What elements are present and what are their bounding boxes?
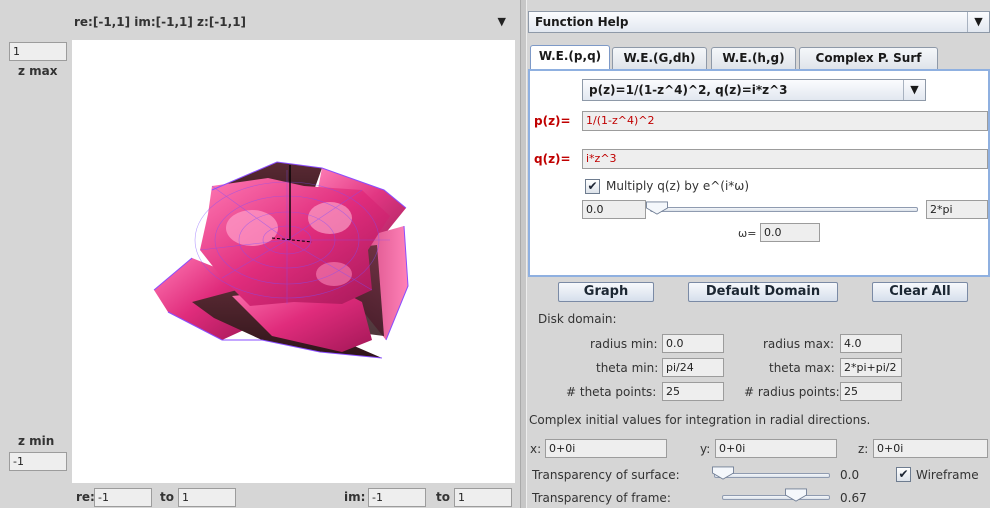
re-label: re: [76,490,95,504]
frame-transparency-thumb[interactable] [783,488,809,502]
graph-button[interactable]: Graph [558,282,654,302]
theta-max-label: theta max: [769,361,835,375]
zmax-label: z max [18,64,58,78]
x-label: x: [530,442,542,456]
zmin-label: z min [18,434,55,448]
radius-min-label: radius min: [590,337,658,351]
z-value-input[interactable]: 0+0i [873,439,988,458]
tab-we-hg[interactable]: W.E.(h,g) [711,47,796,69]
domain-dropdown[interactable]: re:[-1,1] im:[-1,1] z:[-1,1] ▼ [72,11,514,35]
radius-points-label: # radius points: [744,385,840,399]
initial-values-heading: Complex initial values for integration i… [529,413,871,427]
wireframe-label: Wireframe [916,468,979,482]
im-label: im: [344,490,366,504]
preset-function-select[interactable]: p(z)=1/(1-z^4)^2, q(z)=i*z^3 ▼ [582,79,926,101]
omega-slider[interactable] [650,207,918,212]
frame-transparency-label: Transparency of frame: [532,491,671,505]
multiply-checkbox[interactable]: ✔ [585,179,600,194]
chevron-down-icon: ▼ [967,12,989,32]
theta-points-label: # theta points: [566,385,657,399]
function-help-dropdown[interactable]: Function Help ▼ [528,11,990,33]
wireframe-checkbox[interactable]: ✔ [896,467,911,482]
omega-max-input[interactable]: 2*pi [926,200,988,219]
theta-min-input[interactable]: pi/24 [662,358,724,377]
disk-domain-heading: Disk domain: [538,312,617,326]
default-domain-button[interactable]: Default Domain [688,282,838,302]
radius-min-input[interactable]: 0.0 [662,334,724,353]
im-to-input[interactable]: 1 [454,488,512,507]
y-label: y: [700,442,711,456]
chevron-down-icon: ▼ [903,80,925,100]
z-label: z: [858,442,869,456]
zmin-input[interactable]: -1 [9,452,67,471]
function-help-label: Function Help [535,15,629,29]
q-label: q(z)= [534,152,571,166]
theta-max-input[interactable]: 2*pi+pi/2 [840,358,902,377]
omega-min-input[interactable]: 0.0 [582,200,646,219]
multiply-label: Multiply q(z) by e^(i*ω) [606,179,750,193]
re-to-input[interactable]: 1 [178,488,236,507]
omega-value-input[interactable]: 0.0 [760,223,820,242]
y-value-input[interactable]: 0+0i [715,439,837,458]
theta-min-label: theta min: [596,361,659,375]
zmax-input[interactable]: 1 [9,42,67,61]
minimal-surface-plot [153,161,409,359]
domain-label: re:[-1,1] im:[-1,1] z:[-1,1] [74,15,247,29]
preset-function-label: p(z)=1/(1-z^4)^2, q(z)=i*z^3 [589,83,788,97]
omega-label: ω= [738,227,757,240]
im-from-input[interactable]: -1 [368,488,426,507]
theta-points-input[interactable]: 25 [662,382,724,401]
omega-slider-thumb[interactable] [644,201,670,215]
re-to-label: to [160,490,174,504]
q-function-input[interactable]: i*z^3 [582,149,988,169]
graph-canvas[interactable] [72,40,515,483]
tab-we-gdh[interactable]: W.E.(G,dh) [612,47,707,69]
radius-max-label: radius max: [763,337,835,351]
tab-complex-surf[interactable]: Complex P. Surf [799,47,938,69]
radius-points-input[interactable]: 25 [840,382,902,401]
im-to-label: to [436,490,450,504]
tab-we-pq[interactable]: W.E.(p,q) [530,45,610,69]
surface-transparency-value: 0.0 [840,468,860,482]
x-value-input[interactable]: 0+0i [545,439,667,458]
p-label: p(z)= [534,114,571,128]
chevron-down-icon: ▼ [497,15,506,28]
radius-max-input[interactable]: 4.0 [840,334,902,353]
split-divider[interactable] [520,0,527,508]
re-from-input[interactable]: -1 [94,488,152,507]
surface-transparency-label: Transparency of surface: [532,468,680,482]
surface-transparency-thumb[interactable] [710,466,736,480]
p-function-input[interactable]: 1/(1-z^4)^2 [582,111,988,131]
frame-transparency-slider[interactable] [722,495,830,500]
frame-transparency-value: 0.67 [840,491,867,505]
clear-all-button[interactable]: Clear All [872,282,968,302]
